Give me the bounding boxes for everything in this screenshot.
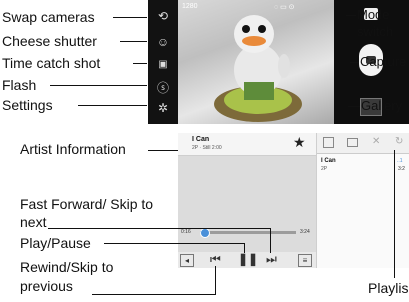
pause-icon[interactable]: ❚❚ bbox=[238, 252, 258, 266]
cheese-shutter-icon[interactable]: ☺ bbox=[155, 34, 171, 50]
time-elapsed: 0:16 bbox=[181, 229, 191, 235]
playlist-tool-icon-2[interactable] bbox=[347, 138, 358, 147]
play-pause-label: Play/Pause bbox=[20, 235, 91, 251]
playlist-item-artist: 2P bbox=[321, 166, 328, 172]
progress-handle[interactable] bbox=[199, 228, 210, 238]
artist-info-pointer bbox=[148, 150, 178, 151]
playlist-toggle-icon[interactable]: ≡ bbox=[298, 254, 312, 267]
video-area[interactable]: 0:16 3:24 bbox=[178, 156, 316, 252]
progress-track[interactable] bbox=[199, 228, 296, 238]
ff-label-1: Fast Forward/ Skip to bbox=[20, 196, 154, 212]
resolution-indicator: 1280 bbox=[182, 3, 198, 10]
playlist-refresh-icon[interactable]: ↻ bbox=[395, 136, 403, 147]
settings-label: Settings bbox=[2, 97, 53, 113]
gallery-label: Gallery bbox=[361, 98, 403, 113]
flash-icon[interactable]: ⓢ bbox=[155, 80, 171, 96]
playlist-item-mark: ..1 bbox=[397, 158, 403, 164]
ff-pointer-h bbox=[48, 228, 271, 229]
playlist-item-duration: 3:2 bbox=[398, 166, 405, 172]
playlist-item-title[interactable]: I Can bbox=[321, 158, 336, 164]
cheese-shutter-label: Cheese shutter bbox=[2, 33, 97, 49]
fast-forward-icon[interactable]: ⏭ bbox=[266, 252, 277, 267]
artist-info-label: Artist Information bbox=[20, 141, 126, 157]
playlist-toolbar: ✕ ↻ bbox=[317, 133, 409, 154]
rewind-icon[interactable]: ⏮ bbox=[210, 252, 221, 267]
mode-switch-pointer bbox=[346, 15, 356, 16]
settings-pointer bbox=[78, 105, 147, 106]
playlist-label: Playlis bbox=[368, 280, 409, 296]
playlist-panel: ✕ ↻ I Can 2P ..1 3:2 bbox=[316, 133, 409, 268]
cheese-shutter-pointer bbox=[120, 41, 147, 42]
capture-label: Capture bbox=[360, 54, 407, 69]
gallery-pointer bbox=[348, 106, 360, 107]
flash-label: Flash bbox=[2, 77, 37, 93]
mode-switch-label-1: Mode bbox=[357, 7, 390, 22]
ff-pointer-v bbox=[270, 228, 271, 253]
mode-switch-label-2: switch bbox=[357, 24, 394, 39]
time-catch-icon[interactable]: ▣ bbox=[155, 57, 171, 73]
swap-cameras-pointer bbox=[113, 17, 147, 18]
swap-cameras-icon[interactable]: ⟲ bbox=[155, 8, 171, 24]
settings-gear-icon[interactable]: ✲ bbox=[155, 100, 171, 116]
ff-label-2: next bbox=[20, 214, 47, 230]
playlist-tool-icon-1[interactable] bbox=[323, 137, 334, 148]
time-catch-pointer bbox=[133, 63, 147, 64]
rewind-label-1: Rewind/Skip to bbox=[20, 259, 114, 275]
duck-figure-image bbox=[214, 15, 302, 122]
play-pause-pointer-v bbox=[244, 243, 245, 253]
song-title: I Can bbox=[192, 136, 210, 143]
camera-preview: 1280 ◌ ▭ ⊙ bbox=[178, 0, 334, 124]
rewind-pointer-v bbox=[215, 266, 216, 294]
player-screenshot: I Can 2P · Still 2:00 ★ 0:16 3:24 ◂ ⏮ ❚❚… bbox=[178, 133, 409, 268]
player-header: I Can 2P · Still 2:00 ★ bbox=[178, 133, 316, 156]
player-controls: ◂ ⏮ ❚❚ ⏭ ≡ bbox=[178, 252, 316, 268]
camera-left-toolbar: ⟲ ☺ ▣ ⓢ ✲ bbox=[148, 0, 178, 124]
playlist-pointer-v bbox=[394, 150, 395, 278]
swap-cameras-label: Swap cameras bbox=[2, 9, 95, 25]
play-pause-pointer-h bbox=[104, 243, 245, 244]
song-subtitle: 2P · Still 2:00 bbox=[192, 145, 222, 151]
rewind-label-2: previous bbox=[20, 278, 73, 294]
star-icon[interactable]: ★ bbox=[293, 134, 306, 151]
playlist-close-icon[interactable]: ✕ bbox=[372, 136, 380, 147]
volume-icon[interactable]: ◂ bbox=[180, 254, 194, 267]
capture-pointer bbox=[350, 62, 359, 63]
rewind-pointer-h bbox=[92, 294, 216, 295]
time-total: 3:24 bbox=[300, 229, 310, 235]
flash-pointer bbox=[50, 85, 147, 86]
time-catch-label: Time catch shot bbox=[2, 55, 101, 71]
